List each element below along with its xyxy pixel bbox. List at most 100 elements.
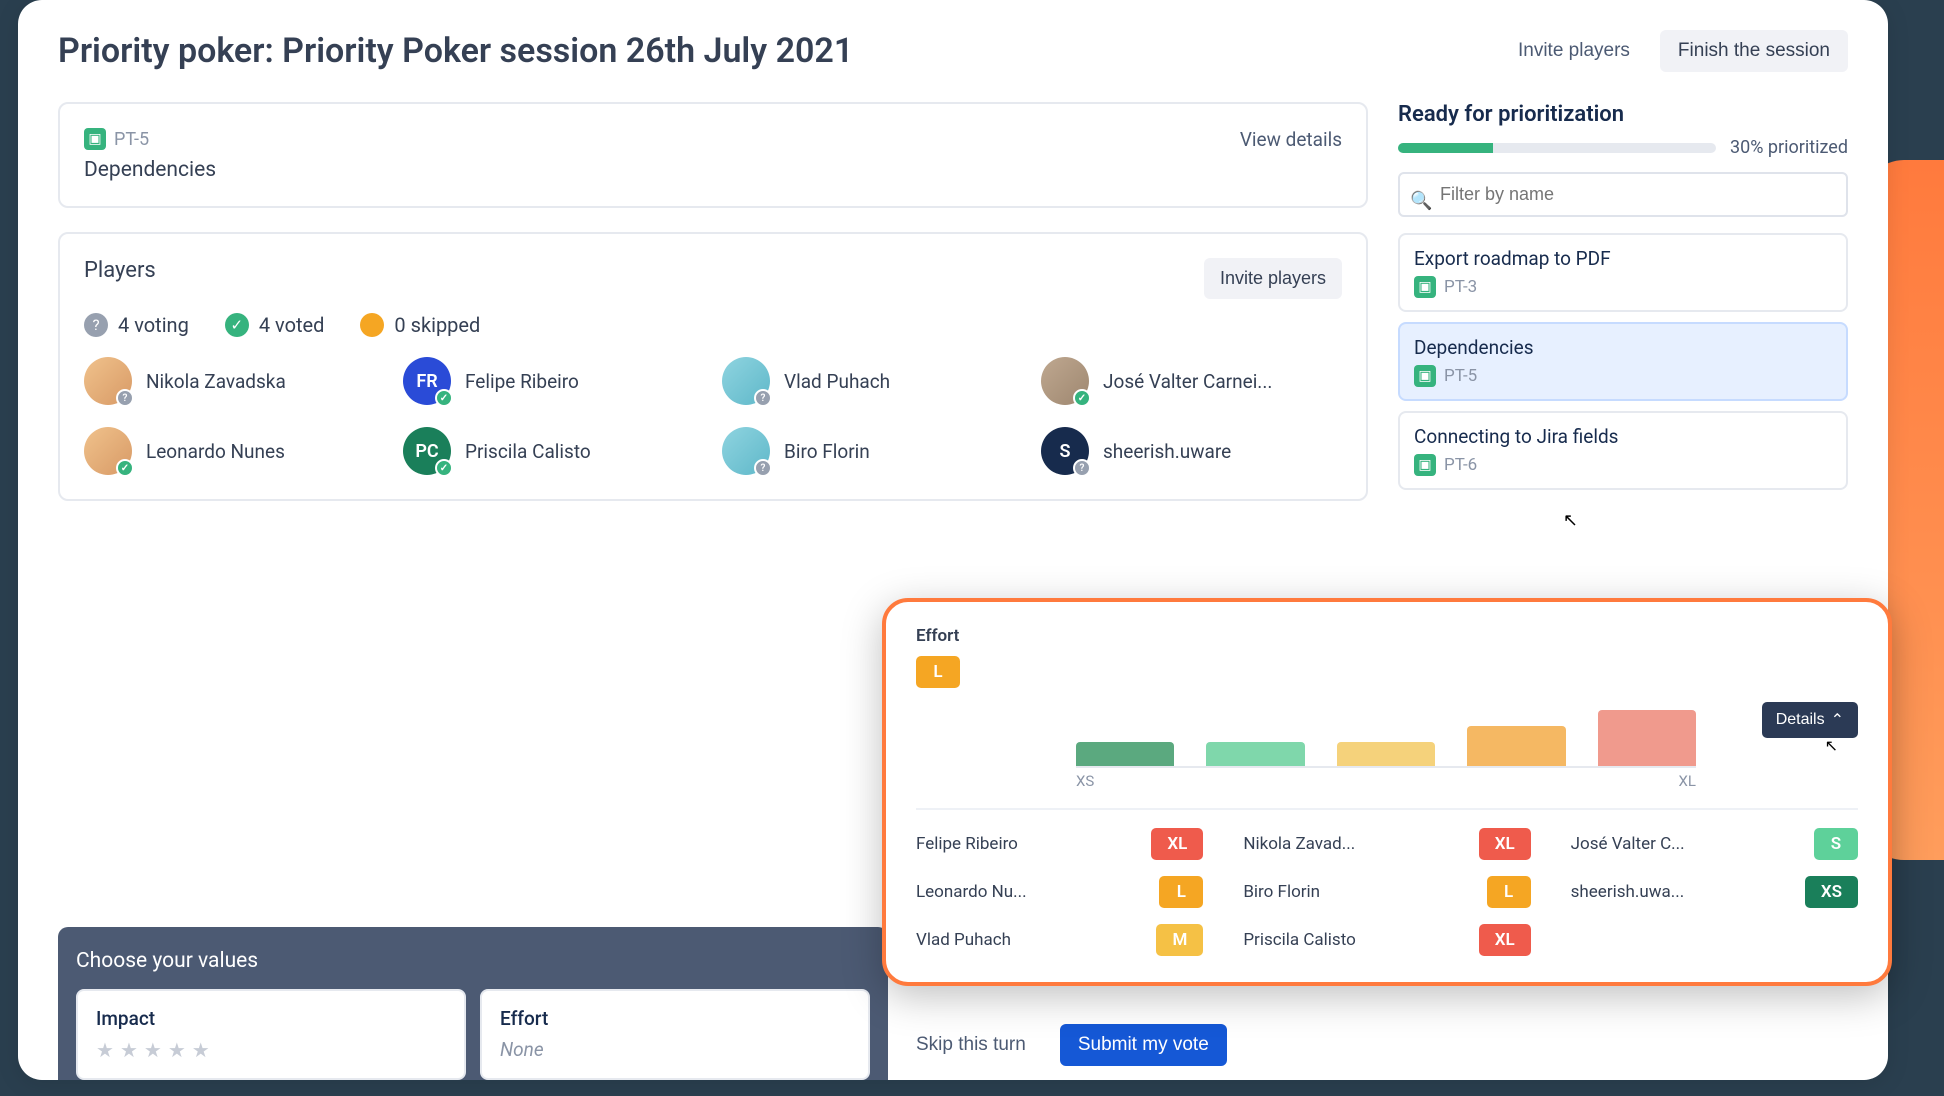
effort-results-popup: Effort L XS XL Details ⌃ ↖ Felipe Ribeir… <box>882 598 1892 986</box>
issue-type-icon: ▣ <box>1414 365 1436 387</box>
star-icon[interactable]: ★ <box>192 1038 210 1062</box>
players-stats: ?4 voting ✓4 voted 0 skipped <box>84 313 1342 337</box>
vote-size-badge: M <box>1156 924 1203 956</box>
issue-type-icon: ▣ <box>84 128 106 150</box>
view-details-link[interactable]: View details <box>1240 128 1342 151</box>
vote-size-badge: XL <box>1479 924 1531 956</box>
effort-value-card[interactable]: Effort None <box>480 989 870 1080</box>
star-icon[interactable]: ★ <box>96 1038 114 1062</box>
voting-actions: Skip this turn Submit my vote <box>898 1024 1227 1066</box>
progress-fill <box>1398 143 1493 153</box>
prio-item-key: PT-6 <box>1444 455 1477 475</box>
issue-key-row: ▣ PT-5 <box>84 128 216 150</box>
issue-key: PT-5 <box>114 129 149 150</box>
finish-session-button[interactable]: Finish the session <box>1660 30 1848 72</box>
player-item: ? Vlad Puhach <box>722 357 1023 405</box>
prioritization-item[interactable]: Dependencies▣PT-5 <box>1398 322 1848 401</box>
avatar: ✓ <box>84 427 132 475</box>
effort-summary-badge: L <box>916 656 960 688</box>
cursor-icon: ↖ <box>1825 736 1838 755</box>
vote-player-name: Leonardo Nu... <box>916 882 1027 902</box>
prio-key-row: ▣ PT-5 <box>1414 365 1832 387</box>
header: Priority poker: Priority Poker session 2… <box>58 30 1848 72</box>
issue-type-icon: ▣ <box>1414 454 1436 476</box>
avatar: ? <box>84 357 132 405</box>
prioritization-item[interactable]: Export roadmap to PDF▣PT-3 <box>1398 233 1848 312</box>
impact-value-card[interactable]: Impact ★★★★★ <box>76 989 466 1080</box>
vote-row: Vlad Puhach M <box>916 924 1203 956</box>
effort-bar-chart <box>1076 702 1696 768</box>
player-name: Nikola Zavadska <box>146 370 286 393</box>
header-actions: Invite players Finish the session <box>1500 30 1848 72</box>
vote-size-badge: S <box>1814 828 1858 860</box>
issue-title: Dependencies <box>84 158 216 182</box>
avatar: PC✓ <box>403 427 451 475</box>
player-name: Felipe Ribeiro <box>465 370 579 393</box>
player-item: PC✓ Priscila Calisto <box>403 427 704 475</box>
invite-players-button-panel[interactable]: Invite players <box>1204 258 1342 299</box>
content-row: ▣ PT-5 Dependencies View details Players… <box>58 102 1848 501</box>
pending-badge-icon: ? <box>754 459 772 477</box>
impact-stars[interactable]: ★★★★★ <box>96 1038 446 1062</box>
effort-label: Effort <box>500 1007 850 1030</box>
vote-size-badge: L <box>1159 876 1203 908</box>
vote-row: Biro FlorinL <box>1243 876 1530 908</box>
player-name: sheerish.uware <box>1103 440 1231 463</box>
player-name: Priscila Calisto <box>465 440 591 463</box>
player-item: ? Biro Florin <box>722 427 1023 475</box>
voted-badge-icon: ✓ <box>435 389 453 407</box>
player-name: Vlad Puhach <box>784 370 890 393</box>
star-icon[interactable]: ★ <box>120 1038 138 1062</box>
avatar: S? <box>1041 427 1089 475</box>
choose-values-panel: Choose your values Impact ★★★★★ Effort N… <box>58 927 888 1080</box>
vote-row: Nikola Zavad...XL <box>1243 828 1530 860</box>
skip-turn-button[interactable]: Skip this turn <box>898 1024 1044 1066</box>
player-item: ✓José Valter Carnei... <box>1041 357 1342 405</box>
vote-size-badge: L <box>1487 876 1531 908</box>
pending-badge-icon: ? <box>1073 459 1091 477</box>
prio-item-key: PT-5 <box>1444 366 1477 386</box>
player-item: ? Nikola Zavadska <box>84 357 385 405</box>
effort-votes-grid: Felipe RibeiroXLNikola Zavad...XLJosé Va… <box>916 808 1858 956</box>
chart-bar <box>1598 710 1696 766</box>
skipped-dot-icon <box>360 313 384 337</box>
pending-badge-icon: ? <box>116 389 134 407</box>
details-toggle-button[interactable]: Details ⌃ <box>1762 702 1858 738</box>
vote-size-badge: XL <box>1151 828 1203 860</box>
chart-bar <box>1337 742 1435 766</box>
impact-label: Impact <box>96 1007 446 1030</box>
effort-popup-title: Effort <box>916 626 960 646</box>
prio-key-row: ▣ PT-6 <box>1414 454 1832 476</box>
filter-input[interactable] <box>1398 172 1848 217</box>
players-title: Players <box>84 258 156 283</box>
vote-player-name: Felipe Ribeiro <box>916 834 1018 854</box>
vote-player-name: Nikola Zavad... <box>1243 834 1355 854</box>
vote-row: José Valter C... S <box>1571 828 1858 860</box>
vote-row: sheerish.uwa...XS <box>1571 876 1858 908</box>
player-grid: ?Nikola ZavadskaFR✓Felipe Ribeiro?Vlad P… <box>84 357 1342 475</box>
star-icon[interactable]: ★ <box>168 1038 186 1062</box>
right-column: Ready for prioritization 30% prioritized… <box>1398 102 1848 501</box>
star-icon[interactable]: ★ <box>144 1038 162 1062</box>
issue-type-icon: ▣ <box>1414 276 1436 298</box>
avatar: ? <box>722 357 770 405</box>
vote-row: Felipe Ribeiro XL <box>916 828 1203 860</box>
vote-player-name: José Valter C... <box>1571 834 1685 854</box>
player-name: Biro Florin <box>784 440 870 463</box>
voted-dot-icon: ✓ <box>225 313 249 337</box>
prioritization-item[interactable]: Connecting to Jira fields▣PT-6 <box>1398 411 1848 490</box>
voting-count: 4 voting <box>118 313 189 337</box>
prioritization-list: Export roadmap to PDF▣PT-3Dependencies▣P… <box>1398 233 1848 490</box>
chevron-up-icon: ⌃ <box>1831 710 1844 730</box>
current-issue-card: ▣ PT-5 Dependencies View details <box>58 102 1368 208</box>
player-item: S? sheerish.uware <box>1041 427 1342 475</box>
submit-vote-button[interactable]: Submit my vote <box>1060 1024 1227 1066</box>
choose-values-title: Choose your values <box>76 949 870 973</box>
invite-players-button[interactable]: Invite players <box>1500 30 1648 72</box>
vote-row: Leonardo Nu... L <box>916 876 1203 908</box>
vote-player-name: Vlad Puhach <box>916 930 1011 950</box>
voted-badge-icon: ✓ <box>435 459 453 477</box>
page-title: Priority poker: Priority Poker session 2… <box>58 31 853 71</box>
pending-badge-icon: ? <box>754 389 772 407</box>
player-item: ✓Leonardo Nunes <box>84 427 385 475</box>
